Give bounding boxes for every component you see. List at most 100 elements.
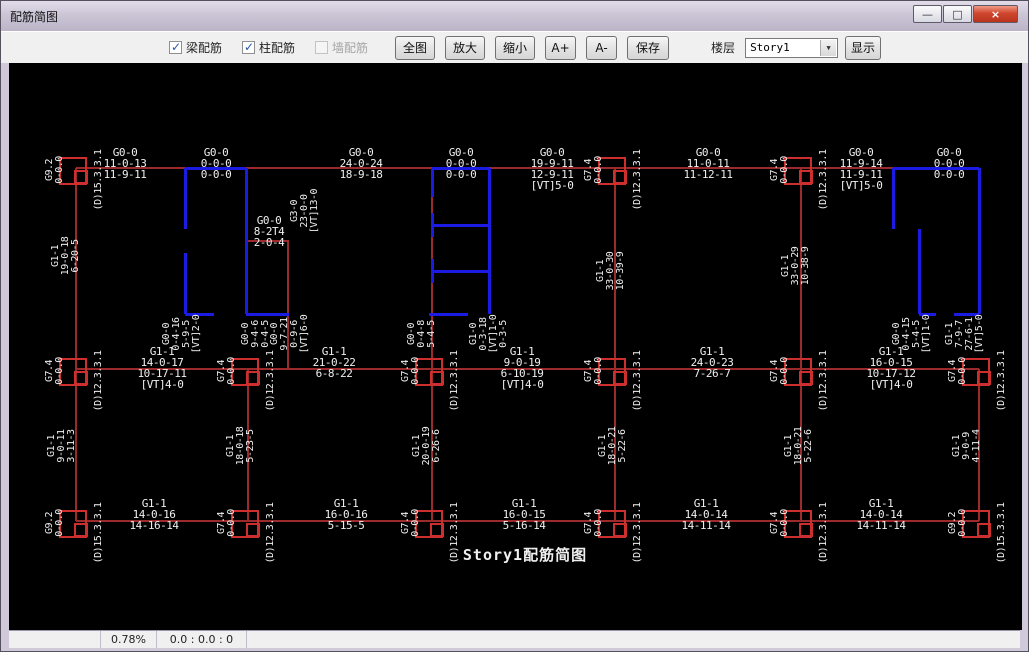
beam-label: G0-0 24-0-24 18-9-18 bbox=[340, 147, 383, 180]
minimize-icon: — bbox=[922, 8, 933, 21]
beam-label: G0-0 19-9-11 12-9-11 [VT]5-0 bbox=[531, 147, 574, 191]
wall-segment bbox=[184, 253, 187, 314]
column-label-right: (D)12.3.3.1 bbox=[819, 351, 829, 412]
column-marker-inner bbox=[613, 170, 627, 184]
wall-segment bbox=[918, 229, 921, 314]
column-label-left: G9.2 0-0.0 bbox=[948, 509, 968, 537]
column-label-right: (D)12.3.3.1 bbox=[266, 351, 276, 412]
drawing-canvas[interactable]: G9.2 0-0.0 (D)15.3.3.1 G7.4 0-0.0 (D)12.3.3… bbox=[9, 63, 1022, 630]
column-marker-inner bbox=[799, 170, 813, 184]
story-select[interactable]: Story1 ▼ bbox=[745, 38, 838, 58]
wall-segment bbox=[184, 168, 187, 229]
window-controls: — □ × bbox=[912, 5, 1018, 23]
column-marker-inner bbox=[430, 371, 444, 385]
minimize-button[interactable]: — bbox=[913, 5, 942, 23]
column-marker-inner bbox=[799, 523, 813, 537]
beam-label: G1-1 7-9-7 27-6-1 [VT]5-0 bbox=[945, 315, 985, 354]
column-label-left: G7.4 0-0.0 bbox=[584, 509, 604, 537]
beam-label: G1-1 14-0-14 14-11-14 bbox=[682, 498, 731, 531]
status-coordinates: 0.0 : 0.0 : 0 bbox=[157, 631, 247, 648]
wall-segment bbox=[892, 168, 895, 229]
wall-segment bbox=[488, 168, 491, 314]
zoom-out-button[interactable]: 缩小 bbox=[495, 36, 535, 60]
status-bar: 0.78% 0.0 : 0.0 : 0 bbox=[9, 630, 1020, 648]
title-bar[interactable]: 配筋简图 — □ × bbox=[1, 1, 1028, 31]
beam-segment bbox=[614, 168, 616, 521]
beam-label: G0-0 0-0-0 0-0-0 bbox=[201, 147, 232, 180]
column-label-right: (D)12.3.3.1 bbox=[94, 351, 104, 412]
beam-label: G0-0 0-0-0 0-0-0 bbox=[446, 147, 477, 180]
column-label-right: (D)12.3.3.1 bbox=[997, 351, 1007, 412]
column-label-right: (D)12.3.3.1 bbox=[819, 503, 829, 564]
font-increase-button[interactable]: A+ bbox=[545, 36, 576, 60]
beam-rebar-checkbox-box[interactable] bbox=[169, 41, 182, 54]
beam-segment bbox=[800, 168, 802, 521]
column-marker-inner bbox=[430, 523, 444, 537]
column-rebar-checkbox[interactable]: 柱配筋 bbox=[242, 39, 295, 56]
column-label-left: G9.2 0-0.0 bbox=[45, 509, 65, 537]
column-rebar-checkbox-label: 柱配筋 bbox=[259, 39, 295, 56]
zoom-in-button[interactable]: 放大 bbox=[445, 36, 485, 60]
beam-label: G0-0 9-7-21 0-9-6 [VT]6-0 bbox=[270, 315, 310, 354]
wall-segment bbox=[429, 313, 468, 316]
beam-label: G1-1 18-0-18 5-23-5 bbox=[226, 427, 256, 466]
beam-label: G1-1 14-0-14 14-11-14 bbox=[857, 498, 906, 531]
beam-label: G3-0 23-0-0 [VT]13-0 bbox=[290, 189, 320, 233]
beam-label: G0-0 0-4-16 5-9-5 [VT]2-0 bbox=[162, 315, 202, 354]
column-marker-inner bbox=[246, 371, 260, 385]
beam-rebar-checkbox[interactable]: 梁配筋 bbox=[169, 39, 222, 56]
column-label-right: (D)12.3.3.1 bbox=[450, 503, 460, 564]
wall-rebar-checkbox-box bbox=[315, 41, 328, 54]
column-marker-inner bbox=[74, 170, 88, 184]
beam-label: G0-0 8-2T4 2-0-4 bbox=[254, 215, 285, 248]
app-window: 配筋简图 — □ × 梁配筋柱配筋墙配筋全图放大缩小A+A-保存楼层Story1… bbox=[0, 0, 1029, 652]
column-label-left: G7.4 0-0.0 bbox=[217, 357, 237, 385]
column-label-right: (D)15.3.3.1 bbox=[94, 503, 104, 564]
drawing-caption: Story1配筋简图 bbox=[463, 544, 587, 565]
beam-label: G0-0 0-0-0 0-0-0 bbox=[934, 147, 965, 180]
column-label-right: (D)15.3.3.1 bbox=[997, 503, 1007, 564]
beam-label: G0-0 11-9-14 11-9-11 [VT]5-0 bbox=[840, 147, 883, 191]
column-marker-inner bbox=[977, 523, 991, 537]
column-marker-inner bbox=[799, 371, 813, 385]
save-button[interactable]: 保存 bbox=[627, 36, 669, 60]
beam-label: G1-1 9-0-9 4-11-4 bbox=[952, 429, 982, 462]
beam-label: G0-0 0-4-15 5-4-5 [VT]1-0 bbox=[892, 315, 932, 354]
beam-segment bbox=[75, 168, 77, 521]
beam-label: G0-0 0-4-8 5-4-5 bbox=[407, 320, 437, 348]
beam-label: G1-1 18-0-21 5-22-6 bbox=[598, 427, 628, 466]
story-select-value: Story1 bbox=[750, 41, 790, 54]
status-cell-spacer bbox=[247, 631, 1020, 648]
status-zoom-percent: 0.78% bbox=[101, 631, 157, 648]
dropdown-arrow-icon[interactable]: ▼ bbox=[820, 40, 836, 56]
column-label-left: G7.4 0-0.0 bbox=[770, 509, 790, 537]
column-label-left: G7.4 0-0.0 bbox=[217, 509, 237, 537]
column-label-left: G7.4 0-0.0 bbox=[770, 357, 790, 385]
beam-label: G1-1 19-0-18 6-20-5 bbox=[51, 237, 81, 276]
display-button[interactable]: 显示 bbox=[845, 36, 881, 60]
beam-label: G1-1 33-0-30 10-39-9 bbox=[596, 252, 626, 291]
column-label-left: G7.4 0-0.0 bbox=[948, 357, 968, 385]
wall-rebar-checkbox: 墙配筋 bbox=[315, 39, 368, 56]
beam-label: G0-0 11-0-11 11-12-11 bbox=[684, 147, 733, 180]
wall-segment bbox=[431, 168, 434, 197]
beam-rebar-checkbox-label: 梁配筋 bbox=[186, 39, 222, 56]
column-label-left: G7.4 0-0.0 bbox=[770, 156, 790, 184]
close-button[interactable]: × bbox=[973, 5, 1018, 23]
maximize-icon: □ bbox=[952, 8, 962, 21]
column-label-right: (D)15.3.3.1 bbox=[94, 150, 104, 211]
font-decrease-button[interactable]: A- bbox=[586, 36, 617, 60]
maximize-button[interactable]: □ bbox=[943, 5, 972, 23]
window-title: 配筋简图 bbox=[10, 8, 58, 25]
full-view-button[interactable]: 全图 bbox=[395, 36, 435, 60]
column-label-right: (D)12.3.3.1 bbox=[633, 150, 643, 211]
column-rebar-checkbox-box[interactable] bbox=[242, 41, 255, 54]
column-label-left: G9.2 0-0.0 bbox=[45, 156, 65, 184]
wall-rebar-checkbox-label: 墙配筋 bbox=[332, 39, 368, 56]
column-label-right: (D)12.3.3.1 bbox=[266, 503, 276, 564]
column-marker-inner bbox=[613, 523, 627, 537]
column-marker-inner bbox=[613, 371, 627, 385]
wall-segment bbox=[978, 168, 981, 314]
beam-label: G0-0 9-4-6 0-4-5 bbox=[241, 320, 271, 348]
column-label-right: (D)12.3.3.1 bbox=[633, 351, 643, 412]
